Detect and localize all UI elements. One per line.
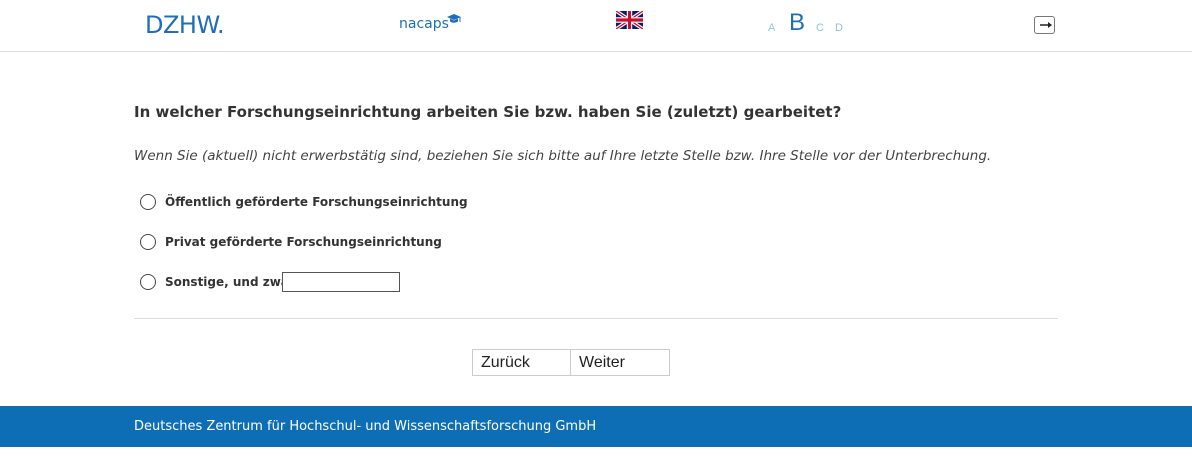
logout-icon: [1040, 22, 1052, 28]
header: DZHW. nacaps A B C D: [0, 0, 1192, 52]
option-label: Sonstige, und zwar:: [165, 275, 300, 289]
nacaps-logo: nacaps: [399, 16, 449, 32]
dzhw-logo: DZHW.: [145, 11, 225, 39]
logout-button[interactable]: [1034, 16, 1055, 34]
graduation-cap-icon: [447, 14, 461, 23]
font-size-d[interactable]: D: [835, 22, 843, 34]
radio-button[interactable]: [140, 274, 156, 290]
font-size-c[interactable]: C: [816, 22, 824, 34]
question-title: In welcher Forschungseinrichtung arbeite…: [134, 103, 842, 121]
footer: Deutsches Zentrum für Hochschul- und Wis…: [0, 406, 1192, 447]
radio-button[interactable]: [140, 234, 156, 250]
option-label: Privat geförderte Forschungseinrichtung: [165, 235, 442, 249]
next-button[interactable]: Weiter: [571, 349, 670, 376]
divider: [134, 318, 1058, 319]
other-text-input[interactable]: [282, 272, 400, 292]
radio-button[interactable]: [140, 194, 156, 210]
back-button[interactable]: Zurück: [472, 349, 571, 376]
option-label: Öffentlich geförderte Forschungseinricht…: [165, 195, 468, 209]
font-size-a[interactable]: A: [768, 22, 775, 34]
font-size-b[interactable]: B: [789, 9, 805, 37]
footer-text: Deutsches Zentrum für Hochschul- und Wis…: [134, 419, 597, 434]
uk-flag-icon[interactable]: [616, 11, 643, 29]
question-instruction: Wenn Sie (aktuell) nicht erwerbstätig si…: [134, 148, 992, 164]
